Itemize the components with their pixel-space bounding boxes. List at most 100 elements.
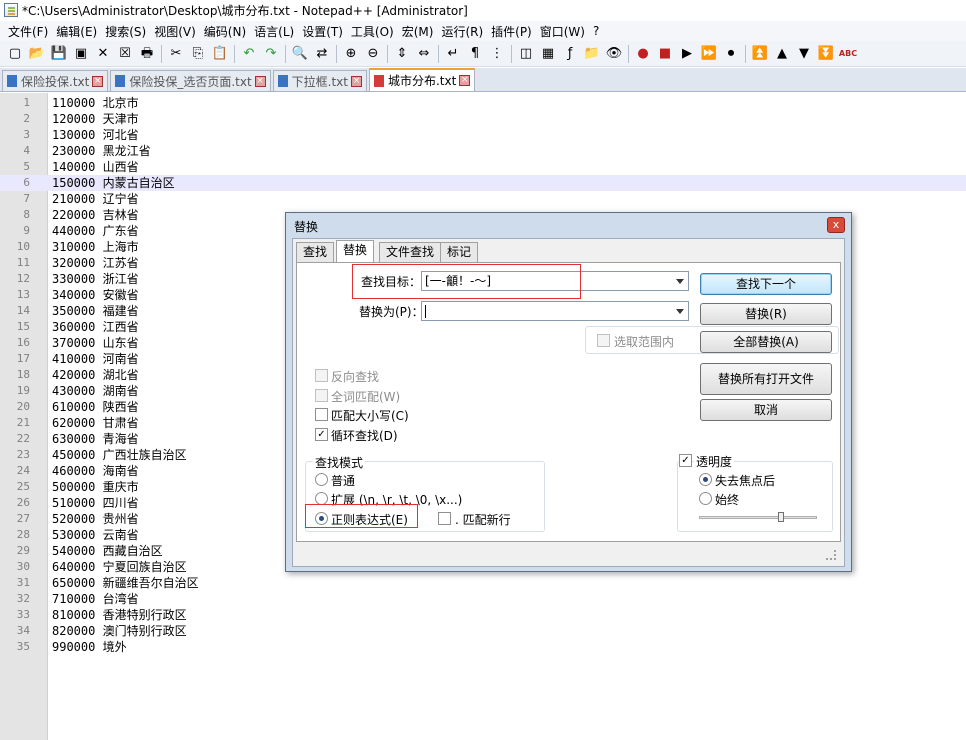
normal-mode-radio[interactable] [315, 473, 328, 486]
reverse-direction-checkbox[interactable] [315, 369, 328, 382]
open-file-icon[interactable]: 📂 [27, 44, 47, 64]
chevron-down-icon[interactable] [676, 309, 684, 314]
tab-find[interactable]: 查找 [296, 242, 335, 262]
transparency-slider-thumb[interactable] [778, 512, 785, 522]
editor-line[interactable]: 3 130000 河北省 [0, 127, 966, 143]
close-icon[interactable]: ✕ [93, 44, 113, 64]
menu-item[interactable]: 插件(P) [487, 23, 536, 40]
replace-with-combo[interactable] [421, 301, 689, 321]
document-tab[interactable]: 保险投保_选否页面.txt × [110, 70, 271, 91]
dot-matches-newline-checkbox[interactable] [438, 512, 451, 525]
cancel-button[interactable]: 取消 [700, 399, 832, 421]
copy-icon[interactable]: ⎘ [188, 44, 208, 64]
chevron-down-icon[interactable] [676, 279, 684, 284]
spellcheck-icon[interactable]: ABC [838, 44, 858, 64]
document-tab[interactable]: 保险投保.txt × [2, 70, 109, 91]
new-file-icon[interactable]: ▢ [5, 44, 25, 64]
menu-item[interactable]: 编辑(E) [52, 23, 101, 40]
doc-map-icon[interactable]: ▦ [538, 44, 558, 64]
on-lose-focus-radio[interactable] [699, 473, 712, 486]
zoom-out-icon[interactable]: ⊖ [363, 44, 383, 64]
editor-line[interactable]: 4 230000 黑龙江省 [0, 143, 966, 159]
play-multi-icon[interactable]: ⏩ [699, 44, 719, 64]
in-selection-checkbox[interactable] [597, 334, 610, 347]
menu-item[interactable]: 设置(T) [298, 23, 347, 40]
stop-icon[interactable]: ■ [655, 44, 675, 64]
line-number: 16 [16, 336, 30, 349]
editor-line[interactable]: 32 710000 台湾省 [0, 591, 966, 607]
replace-all-button[interactable]: 全部替换(A) [700, 331, 832, 353]
editor-line[interactable]: 2 120000 天津市 [0, 111, 966, 127]
save-all-icon[interactable]: ▣ [71, 44, 91, 64]
menu-item[interactable]: 运行(R) [437, 23, 487, 40]
folder-icon[interactable]: 📁 [582, 44, 602, 64]
always-radio[interactable] [699, 492, 712, 505]
monitor-icon[interactable]: 👁 [604, 44, 624, 64]
editor-line[interactable]: 6 150000 内蒙古自治区 [0, 175, 966, 191]
close-icon[interactable]: × [92, 75, 104, 87]
up-icon[interactable]: ▲ [772, 44, 792, 64]
toolbar-separator [745, 44, 746, 63]
transparency-slider[interactable] [699, 516, 817, 519]
menu-item[interactable]: 工具(O) [347, 23, 398, 40]
tab-find-in-files[interactable]: 文件查找 [379, 242, 442, 262]
menu-item[interactable]: 语言(L) [250, 23, 298, 40]
editor-line[interactable]: 31 650000 新疆维吾尔自治区 [0, 575, 966, 591]
close-icon[interactable]: × [459, 75, 471, 86]
editor-line[interactable]: 7 210000 辽宁省 [0, 191, 966, 207]
document-tab[interactable]: 下拉框.txt × [272, 70, 367, 91]
find-next-button[interactable]: 查找下一个 [700, 273, 832, 295]
record-icon[interactable]: ● [633, 44, 653, 64]
menu-item[interactable]: 窗口(W) [536, 23, 589, 40]
all-chars-icon[interactable]: ¶ [465, 44, 485, 64]
find-icon[interactable]: 🔍 [290, 44, 310, 64]
menu-item[interactable]: 宏(M) [398, 23, 438, 40]
print-icon[interactable]: 🖶 [137, 44, 157, 64]
tab-mark[interactable]: 标记 [440, 242, 479, 262]
close-icon[interactable]: × [350, 75, 362, 87]
check-icon: ✓ [317, 429, 326, 440]
document-tab[interactable]: 城市分布.txt × [368, 68, 476, 91]
editor-line[interactable]: 34 820000 澳门特别行政区 [0, 623, 966, 639]
menu-item[interactable]: 搜索(S) [101, 23, 150, 40]
editor-line[interactable]: 35 990000 境外 [0, 639, 966, 655]
menu-item[interactable]: 编码(N) [200, 23, 250, 40]
editor-line[interactable]: 1 110000 北京市 [0, 95, 966, 111]
wrap-icon[interactable]: ↵ [443, 44, 463, 64]
editor-line[interactable]: 33 810000 香港特别行政区 [0, 607, 966, 623]
function-list-icon[interactable]: ƒ [560, 44, 580, 64]
expand-icon[interactable]: ⏬ [816, 44, 836, 64]
wrap-around-checkbox[interactable]: ✓ [315, 428, 328, 441]
menu-bar: 文件(F) 编辑(E) 搜索(S) 视图(V) 编码(N) 语言(L) 设置(T) 工具(O)… [0, 21, 966, 41]
replace-icon[interactable]: ⇄ [312, 44, 332, 64]
redo-icon[interactable]: ↷ [261, 44, 281, 64]
editor-line[interactable]: 5 140000 山西省 [0, 159, 966, 175]
menu-item[interactable]: 视图(V) [150, 23, 200, 40]
tab-replace[interactable]: 替换 [336, 240, 375, 263]
whole-word-checkbox[interactable] [315, 389, 328, 402]
indent-guide-icon[interactable]: ⋮ [487, 44, 507, 64]
match-case-checkbox[interactable] [315, 408, 328, 421]
cut-icon[interactable]: ✂ [166, 44, 186, 64]
sync-h-icon[interactable]: ⇔ [414, 44, 434, 64]
line-number: 2 [23, 112, 30, 125]
menu-item[interactable]: ? [589, 24, 603, 38]
transparency-checkbox[interactable]: ✓ [679, 454, 692, 467]
play-icon[interactable]: ▶ [677, 44, 697, 64]
collapse-icon[interactable]: ⏫ [750, 44, 770, 64]
sync-v-icon[interactable]: ⇕ [392, 44, 412, 64]
close-all-icon[interactable]: ☒ [115, 44, 135, 64]
dialog-close-button[interactable]: x [827, 217, 845, 233]
down-icon[interactable]: ▼ [794, 44, 814, 64]
save-macro-icon[interactable]: ⏺ [721, 44, 741, 64]
zoom-in-icon[interactable]: ⊕ [341, 44, 361, 64]
undo-icon[interactable]: ↶ [239, 44, 259, 64]
save-icon[interactable]: 💾 [49, 44, 69, 64]
replace-button[interactable]: 替换(R) [700, 303, 832, 325]
resize-grip-icon[interactable] [826, 550, 836, 560]
menu-item[interactable]: 文件(F) [4, 23, 52, 40]
lang-icon[interactable]: ◫ [516, 44, 536, 64]
close-icon[interactable]: × [254, 75, 266, 87]
replace-all-open-docs-button[interactable]: 替换所有打开文件 [700, 363, 832, 395]
paste-icon[interactable]: 📋 [210, 44, 230, 64]
